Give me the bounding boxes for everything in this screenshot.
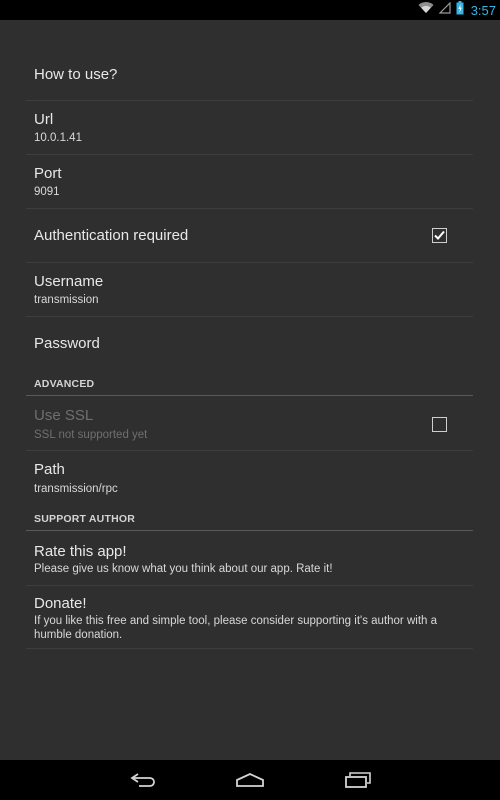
- battery-icon: [456, 0, 464, 20]
- port-item[interactable]: Port 9091: [26, 155, 473, 209]
- donate-summary: If you like this free and simple tool, p…: [34, 615, 437, 641]
- rate-app-item[interactable]: Rate this app! Please give us know what …: [26, 531, 473, 586]
- donate-item[interactable]: Donate! If you like this free and simple…: [26, 586, 473, 649]
- status-time: 3:57: [470, 2, 496, 18]
- how-to-use-title: How to use?: [34, 66, 118, 83]
- use-ssl-item: Use SSL SSL not supported yet: [26, 396, 473, 451]
- how-to-use-item[interactable]: How to use?: [26, 54, 473, 101]
- back-icon[interactable]: [123, 769, 163, 791]
- support-author-section-header: SUPPORT AUTHOR: [26, 505, 473, 531]
- settings-list: How to use? Url 10.0.1.41 Port 9091 Auth…: [0, 20, 500, 760]
- recent-apps-icon[interactable]: [338, 769, 378, 791]
- path-title: Path: [34, 461, 65, 478]
- path-value: transmission/rpc: [34, 483, 118, 495]
- status-bar: 3:57: [0, 0, 500, 20]
- rate-app-title: Rate this app!: [34, 543, 127, 560]
- authentication-checkbox[interactable]: [432, 228, 447, 243]
- advanced-header-label: ADVANCED: [34, 378, 95, 390]
- support-author-header-label: SUPPORT AUTHOR: [34, 513, 135, 525]
- rate-app-summary: Please give us know what you think about…: [34, 563, 333, 575]
- username-item[interactable]: Username transmission: [26, 263, 473, 317]
- password-item[interactable]: Password: [26, 317, 473, 371]
- home-icon[interactable]: [230, 769, 270, 791]
- url-value: 10.0.1.41: [34, 132, 82, 144]
- signal-icon: [438, 1, 451, 19]
- use-ssl-checkbox: [432, 417, 447, 432]
- navigation-bar: [0, 760, 500, 800]
- use-ssl-summary: SSL not supported yet: [34, 429, 148, 441]
- advanced-section-header: ADVANCED: [26, 371, 473, 396]
- wifi-icon: [418, 1, 434, 19]
- checkmark-icon: [434, 230, 445, 240]
- path-item[interactable]: Path transmission/rpc: [26, 451, 473, 505]
- status-icons: 3:57: [418, 0, 496, 20]
- use-ssl-title: Use SSL: [34, 407, 94, 424]
- port-value: 9091: [34, 186, 60, 198]
- authentication-required-item[interactable]: Authentication required: [26, 209, 473, 263]
- url-item[interactable]: Url 10.0.1.41: [26, 101, 473, 155]
- username-value: transmission: [34, 294, 99, 306]
- donate-title: Donate!: [34, 595, 87, 612]
- port-title: Port: [34, 165, 62, 182]
- authentication-required-title: Authentication required: [34, 227, 189, 244]
- url-title: Url: [34, 111, 54, 128]
- password-title: Password: [34, 335, 100, 352]
- username-title: Username: [34, 273, 104, 290]
